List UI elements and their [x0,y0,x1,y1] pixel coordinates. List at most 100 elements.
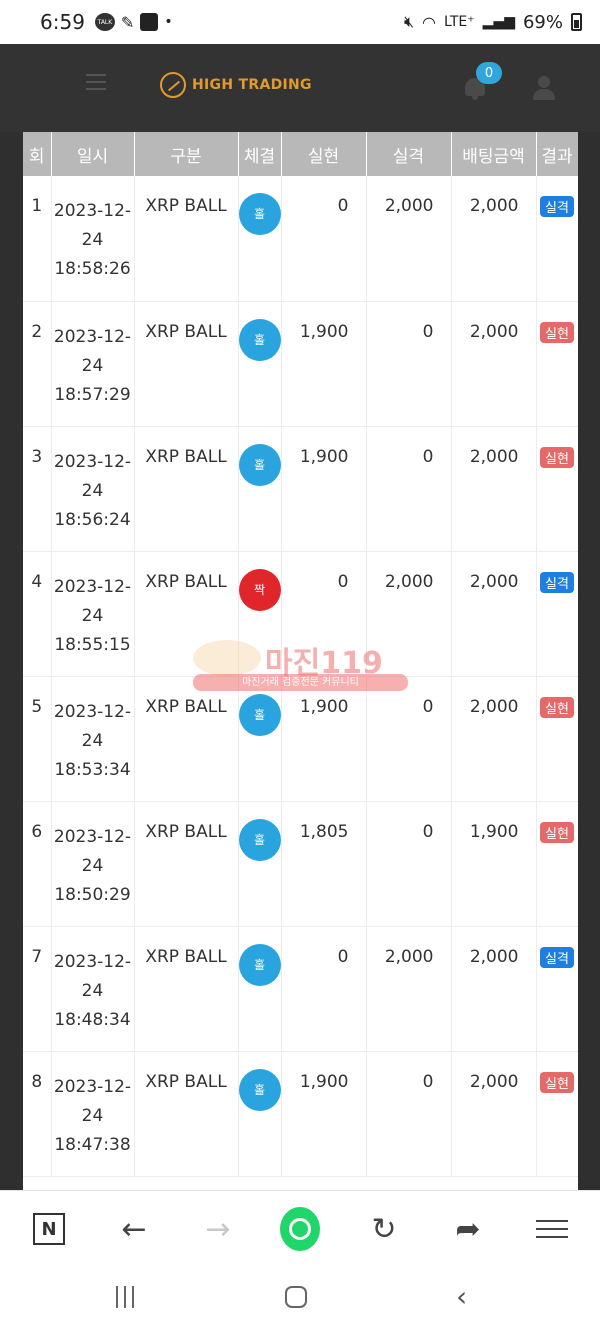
row-date: 2023-12- [53,826,132,847]
row-lost: 0 [366,676,452,802]
row-lost: 2,000 [366,926,452,1052]
row-realized: 1,900 [281,301,367,427]
row-no: 6 [23,801,52,927]
row-bet-amount: 2,000 [451,426,537,552]
brand-name: HIGH TRADING [192,77,312,93]
odd-result-badge: 홀 [238,943,281,986]
row-category: XRP BALL [134,551,239,677]
row-time: 18:57:29 [54,384,131,405]
green-dot-icon[interactable] [280,1207,320,1251]
even-result-badge: 짝 [238,568,281,611]
talk-icon: TALK [94,13,115,31]
status-time: 6:59 [40,10,85,34]
odd-result-badge: 홀 [238,318,281,361]
table-row[interactable]: 7 2023-12- 24 18:48:34 XRP BALL 홀 0 2,000 … [23,926,578,1052]
android-nav-bar: ‹ [0,1266,600,1333]
row-date-day: 24 [81,230,104,250]
status-system-icons: 🔇︎ ◠ LTE⁺ ▂▄▆ 69% [404,12,582,33]
row-time: 18:56:24 [54,509,131,530]
status-bar: 6:59 TALK ✎ • 🔇︎ ◠ LTE⁺ ▂▄▆ 69% [0,0,600,44]
col-header-outcome[interactable]: 결과 [536,132,578,176]
col-header-datetime[interactable]: 일시 [51,132,135,176]
row-bet-amount: 2,000 [451,551,537,677]
mute-icon: 🔇︎ [403,12,415,31]
row-datetime: 2023-12- 24 18:56:24 [51,426,135,552]
row-time: 18:47:38 [54,1134,131,1155]
odd-result-badge: 홀 [238,1068,281,1111]
row-lost: 0 [366,801,452,927]
network-type: LTE⁺ [444,14,475,30]
row-outcome: 실현 [536,301,578,427]
row-datetime: 2023-12- 24 18:48:34 [51,926,135,1052]
odd-result-badge: 홀 [238,193,281,235]
chevron-left-icon[interactable]: ‹ [456,1280,467,1313]
outcome-badge: 실현 [540,821,574,843]
status-notification-icons: TALK ✎ • [94,13,173,32]
recent-apps-icon[interactable] [116,1286,134,1308]
table-row[interactable]: 2 2023-12- 24 18:57:29 XRP BALL 홀 1,900 0 … [23,301,578,427]
row-realized: 1,900 [281,426,367,552]
row-realized: 1,900 [281,676,367,802]
row-bet-amount: 2,000 [451,1051,537,1177]
col-header-realized[interactable]: 실현 [281,132,367,176]
back-arrow-icon[interactable]: ← [114,1209,154,1249]
row-lost: 0 [366,1051,452,1177]
reload-icon[interactable]: ↻ [364,1209,404,1249]
dot-icon: • [164,14,173,30]
row-realized: 1,805 [281,801,367,927]
row-date: 2023-12- [53,201,132,221]
table-row[interactable]: 3 2023-12- 24 18:56:24 XRP BALL 홀 1,900 0 … [23,426,578,552]
app-header: HIGH TRADING [0,44,600,132]
outcome-badge: 실현 [540,1071,574,1093]
betting-history-panel: 회 일시 구분 체결 실현 실격 배팅금액 결과 1 2023-12- 24 18:… [23,132,578,1190]
row-no: 8 [23,1051,52,1177]
col-header-result[interactable]: 체결 [238,132,282,176]
table-row[interactable]: 8 2023-12- 24 18:47:38 XRP BALL 홀 1,900 0 … [23,1051,578,1177]
row-category: XRP BALL [134,426,239,552]
col-header-category[interactable]: 구분 [134,132,239,176]
table-row[interactable]: 5 2023-12- 24 18:53:34 XRP BALL 홀 1,900 0 … [23,676,578,802]
row-date: 2023-12- [53,1076,132,1097]
row-realized: 0 [281,926,367,1052]
trading-logo-icon [160,72,186,98]
naver-home-icon[interactable]: N [29,1209,69,1249]
odd-result-badge: 홀 [238,443,281,486]
row-outcome: 실격 [536,926,578,1052]
outcome-badge: 실격 [540,571,574,593]
row-category: XRP BALL [134,676,239,802]
row-result: 홀 [238,926,282,1052]
col-header-bet-amount[interactable]: 배팅금액 [451,132,537,176]
table-row[interactable]: 1 2023-12- 24 18:58:26 XRP BALL 홀 0 2,000 … [23,176,578,302]
table-row[interactable]: 6 2023-12- 24 18:50:29 XRP BALL 홀 1,805 0 … [23,801,578,927]
user-icon[interactable] [530,74,558,102]
outcome-badge: 실격 [540,946,574,968]
row-date: 2023-12- [53,951,132,972]
menu-icon[interactable] [532,1209,572,1249]
row-datetime: 2023-12- 24 18:57:29 [51,301,135,427]
row-no: 7 [23,926,52,1052]
row-realized: 1,900 [281,1051,367,1177]
notification-badge: 0 [476,62,502,84]
row-no: 2 [23,301,52,427]
col-header-no[interactable]: 회 [23,132,52,176]
table-header-row: 회 일시 구분 체결 실현 실격 배팅금액 결과 [23,132,578,176]
forward-arrow-icon[interactable]: → [198,1209,238,1249]
menu-icon[interactable] [86,74,106,90]
row-outcome: 실현 [536,426,578,552]
home-icon[interactable] [285,1286,307,1308]
odd-result-badge: 홀 [238,818,281,861]
brand-logo[interactable]: HIGH TRADING [160,72,312,98]
row-date: 2023-12- [53,576,132,597]
row-outcome: 실현 [536,676,578,802]
row-bet-amount: 2,000 [451,301,537,427]
table-row[interactable]: 4 2023-12- 24 18:55:15 XRP BALL 짝 0 2,000 … [23,551,578,677]
row-bet-amount: 2,000 [451,676,537,802]
puzzle-icon [140,13,159,31]
row-time: 18:53:34 [54,759,131,780]
row-result: 짝 [238,551,282,677]
share-icon[interactable]: ➦ [448,1209,488,1249]
row-outcome: 실격 [536,176,578,302]
col-header-lost[interactable]: 실격 [366,132,452,176]
row-date-day: 24 [81,855,104,876]
row-bet-amount: 2,000 [451,926,537,1052]
